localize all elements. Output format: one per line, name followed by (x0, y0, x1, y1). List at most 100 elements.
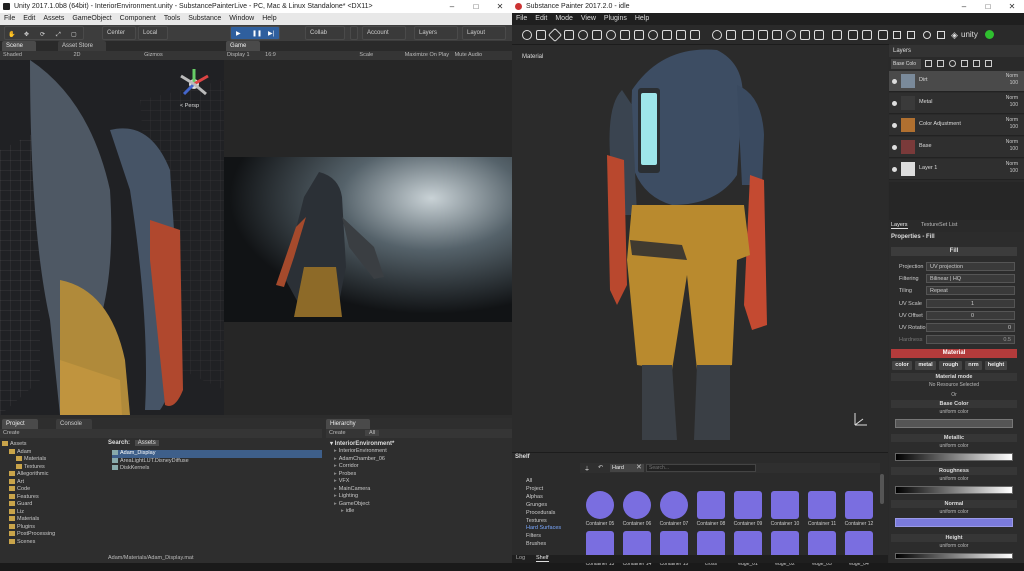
shelf-item[interactable]: Container 10 (767, 491, 803, 531)
color-picker-icon[interactable] (634, 30, 644, 40)
shelf-category[interactable]: Project (526, 486, 543, 492)
camera-icon[interactable] (758, 30, 768, 40)
mute-audio-toggle[interactable]: Mute Audio (455, 52, 483, 58)
tab-game[interactable]: Game (226, 41, 260, 51)
transform-tools[interactable]: ✋ ✥ ⟳ ⤢ ▢ (4, 26, 84, 40)
tab-scene[interactable]: Scene (2, 41, 36, 51)
hierarchy-item[interactable]: ▸ Probes (334, 471, 504, 479)
mask-icon[interactable] (648, 30, 658, 40)
clone-icon[interactable] (592, 30, 602, 40)
menu-gameobject[interactable]: GameObject (68, 15, 115, 22)
shelf-category[interactable]: Textures (526, 518, 547, 524)
menu-file[interactable]: File (512, 15, 531, 22)
hierarchy-item[interactable]: ▸ idle (334, 508, 504, 516)
orientation-gizmo[interactable] (176, 66, 212, 102)
shelf-category[interactable]: Hard Surfaces (526, 525, 561, 531)
shelf-item[interactable] (656, 536, 692, 554)
shelf-item[interactable] (619, 536, 655, 554)
shelf-item[interactable] (841, 536, 877, 554)
expand-arrow-icon[interactable]: ▸ (334, 478, 337, 484)
polygon-fill-icon[interactable] (620, 30, 630, 40)
layer-blend[interactable]: Norm 100 (1006, 117, 1018, 131)
shelf-scrollbar[interactable] (880, 474, 884, 504)
expand-arrow-icon[interactable]: ▸ (341, 508, 344, 514)
menu-component[interactable]: Component (116, 15, 160, 22)
clear-filter-icon[interactable]: ✕ (636, 463, 642, 471)
folder-item[interactable]: Liz (2, 509, 106, 517)
base-color-swatch[interactable] (895, 419, 1013, 428)
add-effect-icon[interactable] (961, 60, 968, 67)
asset-item[interactable]: DiskKernels (112, 465, 322, 473)
close-icon[interactable]: ✕ (1000, 0, 1024, 13)
shelf-item[interactable]: Container 11 (804, 491, 840, 531)
eraser-icon[interactable] (536, 30, 546, 40)
hierarchy-item[interactable]: ▸ Corridor (334, 463, 504, 471)
folder-item[interactable]: Materials (2, 516, 106, 524)
tab-shelf[interactable]: Shelf (536, 555, 549, 562)
shelf-item[interactable] (804, 536, 840, 554)
hierarchy-create-button[interactable]: Create (329, 430, 346, 436)
menu-view[interactable]: View (577, 15, 600, 22)
shelf-search-input[interactable] (646, 464, 756, 472)
folder-item[interactable]: Code (2, 486, 106, 494)
layout-dropdown[interactable]: Layout (462, 26, 506, 40)
tab-console[interactable]: Console (56, 419, 92, 429)
expand-arrow-icon[interactable]: ▸ (334, 448, 337, 454)
menu-tools[interactable]: Tools (160, 15, 184, 22)
visibility-icon[interactable] (892, 145, 897, 150)
expand-arrow-icon[interactable]: ▸ (334, 501, 337, 507)
account-dropdown[interactable]: Account (362, 26, 406, 40)
shelf-item[interactable]: Container 05 (582, 491, 618, 531)
hierarchy-search[interactable]: All (365, 430, 380, 436)
tab-layers[interactable]: Layers (891, 222, 908, 229)
maximize-on-play-toggle[interactable]: Maximize On Play (405, 52, 449, 58)
uv-scale-field[interactable]: 1 (926, 299, 1015, 308)
menu-mode[interactable]: Mode (551, 15, 577, 22)
shelf-category[interactable]: Alphas (526, 494, 543, 500)
tab-textureset-list[interactable]: TextureSet List (921, 222, 957, 228)
filtering-dropdown[interactable]: Bilinear | HQ (926, 274, 1015, 283)
layer-blend[interactable]: Norm 100 (1006, 73, 1018, 87)
shading-mode-dropdown[interactable]: Shaded (3, 52, 22, 58)
add-fill-layer-icon[interactable] (937, 60, 944, 67)
iray-icon[interactable] (786, 30, 796, 40)
layers-dropdown[interactable]: Layers (414, 26, 458, 40)
menu-substance[interactable]: Substance (184, 15, 225, 22)
cloud-icon[interactable] (350, 26, 358, 40)
channel-chip-color[interactable]: color (892, 361, 912, 370)
folder-item[interactable]: Plugins (2, 524, 106, 532)
persp-label[interactable]: < Persp (180, 103, 199, 109)
filter-icon[interactable]: ⏚ (584, 464, 590, 473)
shelf-item[interactable]: Container 07 (656, 491, 692, 531)
tab-project[interactable]: Project (2, 419, 38, 429)
maximize-icon[interactable]: □ (464, 0, 488, 13)
settings-tool-icon[interactable] (676, 30, 686, 40)
shelf-category[interactable]: Grunges (526, 502, 547, 508)
maximize-icon[interactable]: □ (976, 0, 1000, 13)
visibility-icon[interactable] (892, 167, 897, 172)
folder-item[interactable]: Textures (2, 464, 106, 472)
expand-arrow-icon[interactable]: ▸ (334, 463, 337, 469)
normal-swatch[interactable] (895, 518, 1013, 527)
folder-item[interactable]: Features (2, 494, 106, 502)
shelf-category[interactable]: Filters (526, 533, 541, 539)
pause-icon[interactable]: ❚❚ (252, 28, 262, 40)
layer-row[interactable]: Layer 1 Norm 100 (889, 159, 1024, 180)
folder-item[interactable]: Allegorithmic (2, 471, 106, 479)
uv-rotation-field[interactable]: 0 (926, 323, 1015, 332)
hand-tool-icon[interactable]: ✋ (8, 29, 15, 41)
texture-set-icon[interactable] (690, 30, 700, 40)
roughness-slider[interactable] (895, 486, 1013, 494)
tab-hierarchy[interactable]: Hierarchy (326, 419, 370, 429)
search-scope-button[interactable]: Assets (134, 440, 159, 446)
menu-edit[interactable]: Edit (19, 15, 39, 22)
screenshot-icon[interactable] (772, 30, 782, 40)
uv-offset-field[interactable]: 0 (926, 311, 1015, 320)
layer-row[interactable]: Metal Norm 100 (889, 93, 1024, 114)
layer-blend[interactable]: Norm 100 (1006, 95, 1018, 109)
pivot-center-button[interactable]: Center (102, 26, 136, 40)
shelf-item[interactable] (730, 536, 766, 554)
hierarchy-item[interactable]: ▸ VFX (334, 478, 504, 486)
undo-filter-icon[interactable]: ↶ (598, 464, 603, 471)
plugin-icon-4[interactable] (937, 31, 945, 39)
